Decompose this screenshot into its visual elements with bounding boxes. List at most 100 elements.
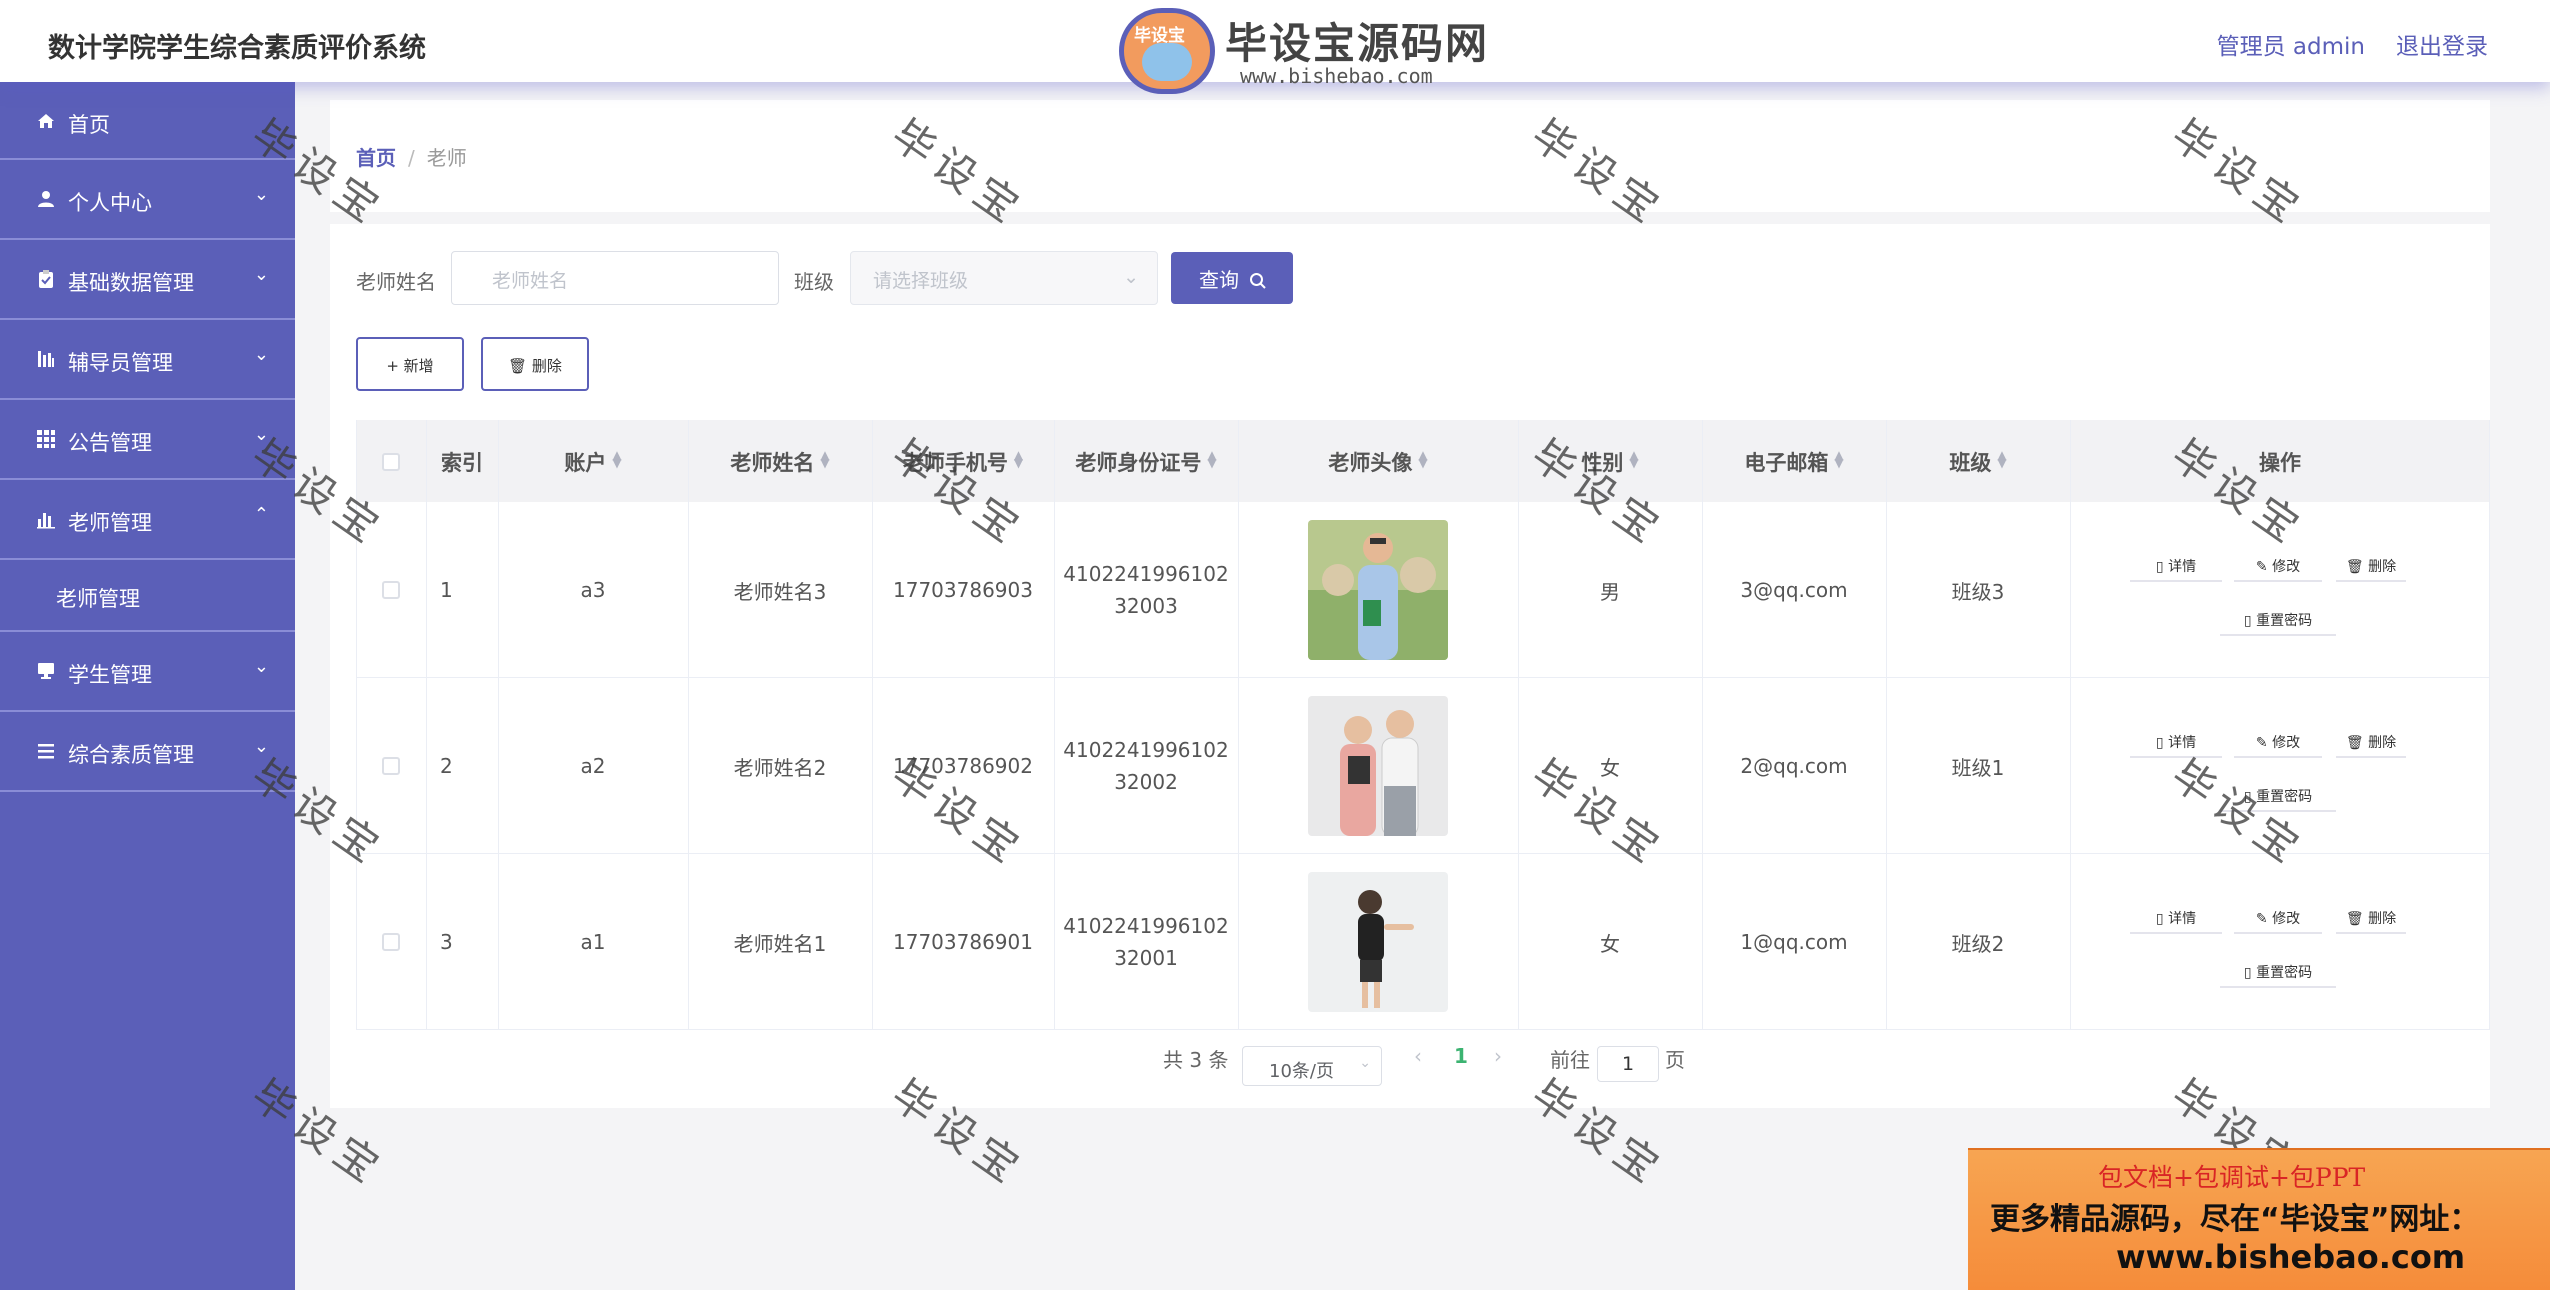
edit-button[interactable]: ✎ 修改 xyxy=(2234,546,2322,582)
sort-icon[interactable]: ▲ ▼ xyxy=(1418,449,1427,469)
goto-label: 前往 xyxy=(1550,1048,1590,1072)
cell-teacher-phone: 17703786903 xyxy=(893,578,1033,602)
sidebar-item-teacher[interactable]: 老师管理 ⌃ xyxy=(0,480,295,560)
th-actions: 操作 xyxy=(2259,451,2301,475)
table-row: 1 a3 老师姓名3 17703786903 4102241996102 3200… xyxy=(356,502,2490,678)
pagination-total: 共 3 条 xyxy=(1163,1048,1229,1072)
sidebar-item-notice[interactable]: 公告管理 ⌄ xyxy=(0,400,295,480)
table-row: 2 a2 老师姓名2 17703786902 4102241996102 3200… xyxy=(356,678,2490,854)
th-teacher-phone[interactable]: 老师手机号 ▲ ▼ xyxy=(872,420,1054,502)
cell-teacher-id: 4102241996102 32002 xyxy=(1063,738,1229,794)
reset-password-button[interactable]: ▯ 重置密码 xyxy=(2220,952,2336,988)
cell-teacher-id: 4102241996102 32001 xyxy=(1063,914,1229,970)
sidebar-item-personal[interactable]: 个人中心 ⌄ xyxy=(0,160,295,240)
row-checkbox[interactable] xyxy=(382,581,400,599)
home-icon xyxy=(38,114,54,128)
sort-icon[interactable]: ▲ ▼ xyxy=(1997,449,2006,469)
class-select[interactable]: 请选择班级 ⌄ xyxy=(850,251,1158,305)
breadcrumb: 首页 / 老师 xyxy=(356,142,467,171)
cell-teacher-name: 老师姓名1 xyxy=(733,931,827,956)
chevron-down-icon: ⌄ xyxy=(1123,266,1139,288)
user-icon xyxy=(38,191,54,207)
page-size-select[interactable]: 10条/页 ⌄ xyxy=(1242,1046,1382,1086)
bar-chart-icon xyxy=(37,513,55,529)
delete-button[interactable]: 🗑 删除 xyxy=(2336,898,2406,934)
detail-button[interactable]: ▯ 详情 xyxy=(2130,546,2222,582)
chevron-down-icon: ⌄ xyxy=(253,656,269,677)
reset-password-button[interactable]: ▯ 重置密码 xyxy=(2220,600,2336,636)
breadcrumb-current: 老师 xyxy=(426,146,467,170)
reset-password-button[interactable]: ▯ 重置密码 xyxy=(2220,776,2336,812)
cell-teacher-name: 老师姓名3 xyxy=(733,579,827,604)
logout-button[interactable]: 退出登录 xyxy=(2396,27,2488,61)
cell-class: 班级3 xyxy=(1951,579,2005,604)
sidebar-item-label: 公告管理 xyxy=(68,431,152,455)
table-header: 索引 账户 ▲ ▼ 老师姓名 ▲ ▼ 老师手机号 ▲ ▼ 老师身份证号 ▲ ▼ 老师头像 ▲ ▼ 性… xyxy=(356,420,2490,502)
grid-icon xyxy=(37,430,55,448)
detail-button[interactable]: ▯ 详情 xyxy=(2130,898,2222,934)
query-button[interactable]: 查询 xyxy=(1171,252,1293,304)
breadcrumb-separator: / xyxy=(408,146,415,170)
clipboard-icon xyxy=(39,270,53,288)
page-suffix: 页 xyxy=(1665,1048,1685,1072)
delete-button[interactable]: 🗑 删除 xyxy=(2336,546,2406,582)
sort-icon[interactable]: ▲ ▼ xyxy=(820,449,829,469)
sidebar-item-basic-data[interactable]: 基础数据管理 ⌄ xyxy=(0,240,295,320)
chevron-down-icon: ⌄ xyxy=(253,424,269,445)
chevron-down-icon: ⌄ xyxy=(253,184,269,205)
th-gender[interactable]: 性别 ▲ ▼ xyxy=(1518,420,1702,502)
chevron-down-icon: ⌄ xyxy=(1359,1055,1371,1071)
breadcrumb-home[interactable]: 首页 xyxy=(356,146,396,170)
sidebar-item-quality[interactable]: 综合素质管理 ⌄ xyxy=(0,712,295,792)
edit-button[interactable]: ✎ 修改 xyxy=(2234,722,2322,758)
cell-teacher-id: 4102241996102 32003 xyxy=(1063,562,1229,618)
delete-button[interactable]: 🗑 删除 xyxy=(2336,722,2406,758)
th-teacher-avatar[interactable]: 老师头像 ▲ ▼ xyxy=(1238,420,1518,502)
sidebar-item-label: 基础数据管理 xyxy=(68,271,194,295)
batch-delete-button[interactable]: 🗑 删除 xyxy=(481,337,589,391)
next-page-icon[interactable]: › xyxy=(1494,1044,1502,1068)
sidebar-item-label: 首页 xyxy=(68,113,110,137)
th-account[interactable]: 账户 ▲ ▼ xyxy=(498,420,688,502)
cell-class: 班级2 xyxy=(1951,931,2005,956)
sidebar-item-label: 学生管理 xyxy=(68,663,152,687)
page-number-current[interactable]: 1 xyxy=(1454,1044,1468,1068)
sidebar-item-counselor[interactable]: 辅导员管理 ⌄ xyxy=(0,320,295,400)
th-teacher-name[interactable]: 老师姓名 ▲ ▼ xyxy=(688,420,872,502)
cell-class: 班级1 xyxy=(1951,755,2005,780)
add-button[interactable]: + 新增 xyxy=(356,337,464,391)
breadcrumb-panel: 首页 / 老师 xyxy=(330,100,2490,212)
detail-button[interactable]: ▯ 详情 xyxy=(2130,722,2222,758)
teacher-name-input[interactable]: 老师姓名 xyxy=(451,251,779,305)
sidebar-subitem-teacher-manage[interactable]: 老师管理 xyxy=(0,560,295,632)
promo-banner[interactable]: 包文档+包调试+包PPT 更多精品源码，尽在“毕设宝”网址： www.bishe… xyxy=(1968,1148,2550,1290)
sort-icon[interactable]: ▲ ▼ xyxy=(1207,449,1216,469)
cell-account: a3 xyxy=(580,578,606,602)
monitor-icon xyxy=(38,663,54,679)
sort-icon[interactable]: ▲ ▼ xyxy=(612,449,621,469)
th-teacher-id[interactable]: 老师身份证号 ▲ ▼ xyxy=(1054,420,1238,502)
select-all-checkbox[interactable] xyxy=(382,453,400,471)
user-info[interactable]: 管理员 admin xyxy=(2217,27,2365,61)
row-checkbox[interactable] xyxy=(382,757,400,775)
brand-logo: 毕设宝 毕设宝源码网 www.bishebao.com xyxy=(1115,6,1505,96)
row-checkbox[interactable] xyxy=(382,933,400,951)
sort-icon[interactable]: ▲ ▼ xyxy=(1629,449,1638,469)
class-select-placeholder: 请选择班级 xyxy=(873,270,969,292)
query-button-label: 查询 xyxy=(1199,268,1239,292)
prev-page-icon[interactable]: ‹ xyxy=(1414,1044,1422,1068)
sidebar-item-home[interactable]: 首页 xyxy=(0,82,295,160)
sidebar-item-label: 辅导员管理 xyxy=(68,351,173,375)
sort-icon[interactable]: ▲ ▼ xyxy=(1014,449,1023,469)
sort-icon[interactable]: ▲ ▼ xyxy=(1834,449,1843,469)
edit-button[interactable]: ✎ 修改 xyxy=(2234,898,2322,934)
sidebar-item-student[interactable]: 学生管理 ⌄ xyxy=(0,632,295,712)
app-title: 数计学院学生综合素质评价系统 xyxy=(48,33,426,64)
teacher-avatar-image xyxy=(1308,872,1448,1012)
cell-email: 1@qq.com xyxy=(1740,930,1848,954)
th-email[interactable]: 电子邮箱 ▲ ▼ xyxy=(1702,420,1886,502)
banner-line2: 更多精品源码，尽在“毕设宝”网址： xyxy=(1990,1202,2480,1237)
cell-gender: 女 xyxy=(1600,931,1620,956)
goto-page-input[interactable]: 1 xyxy=(1597,1046,1659,1082)
th-class[interactable]: 班级 ▲ ▼ xyxy=(1886,420,2070,502)
